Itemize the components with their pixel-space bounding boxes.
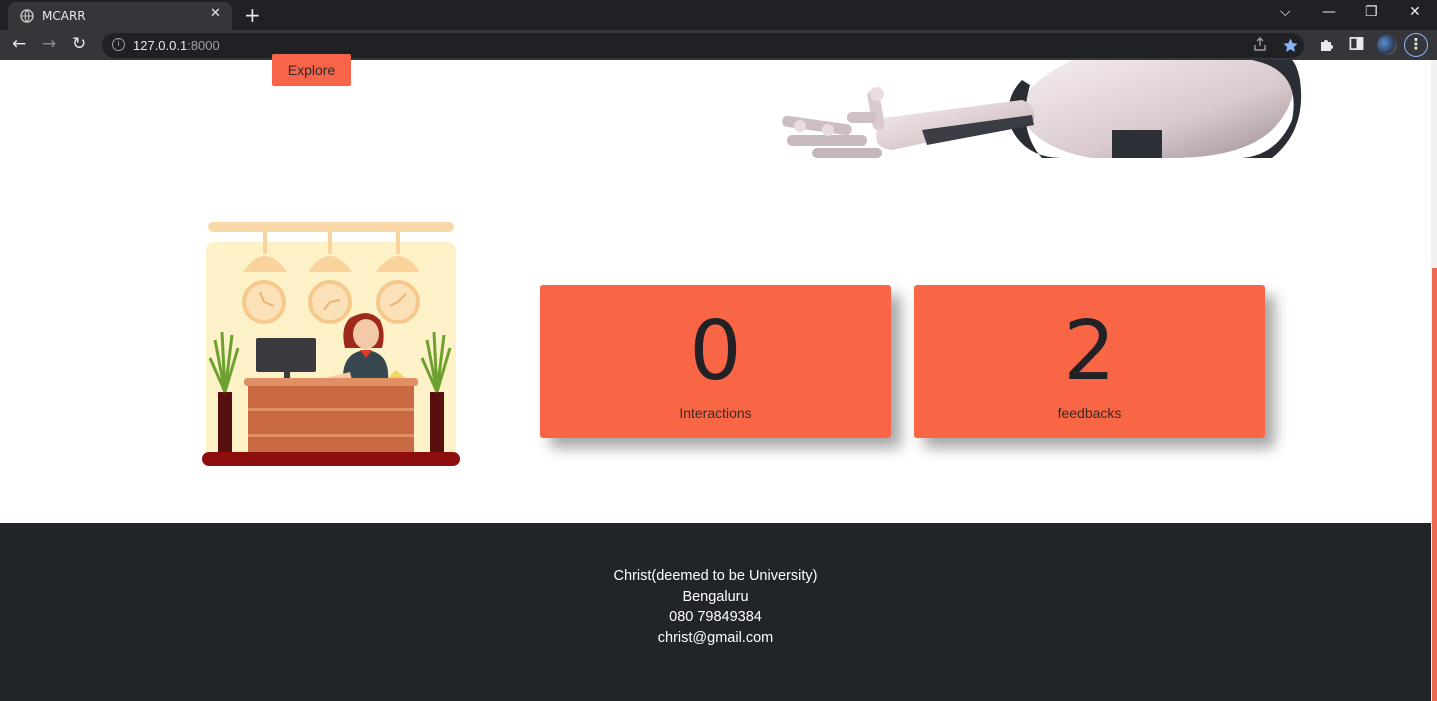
url-port: :8000 [187, 38, 220, 53]
url-host: 127.0.0.1 [133, 38, 188, 53]
footer-email: christ@gmail.com [657, 630, 774, 647]
footer: Christ(deemed to be University) Bengalur… [0, 523, 1431, 701]
footer-city: Bengaluru [682, 588, 749, 605]
footer-contact: Christ(deemed to be University) Bengalur… [0, 566, 1431, 649]
profile-avatar[interactable] [1377, 35, 1397, 55]
back-button[interactable]: ← [12, 34, 26, 54]
explore-button[interactable]: Explore [272, 54, 351, 86]
interactions-stat-card: 0 Interactions [540, 285, 891, 438]
feedbacks-count: 2 [1063, 304, 1116, 399]
browser-toolbar: ← → ↻ i 127.0.0.1:8000 ⋮ [0, 30, 1437, 60]
reload-button[interactable]: ↻ [72, 34, 86, 54]
tab-close-icon[interactable]: ✕ [210, 6, 221, 21]
close-window-button[interactable]: ✕ [1409, 4, 1421, 20]
minimize-button[interactable]: — [1322, 4, 1336, 20]
browser-tab-bar: MCARR ✕ + ⌵ — ❐ ✕ [0, 0, 1437, 30]
interactions-count: 0 [689, 304, 742, 399]
new-tab-button[interactable]: + [244, 3, 261, 27]
interactions-label: Interactions [679, 405, 752, 421]
menu-icon[interactable]: ⋮ [1404, 33, 1428, 57]
scrollbar-thumb[interactable] [1432, 268, 1437, 701]
share-icon[interactable] [1252, 36, 1268, 52]
reception-illustration [202, 222, 460, 466]
star-icon[interactable] [1282, 37, 1299, 54]
extensions-icon[interactable] [1319, 36, 1335, 52]
restore-button[interactable]: ❐ [1365, 4, 1378, 20]
side-panel-icon[interactable] [1349, 36, 1364, 51]
footer-institution: Christ(deemed to be University) [613, 568, 818, 584]
url-text: 127.0.0.1:8000 [133, 38, 220, 53]
robot-hand-image [782, 60, 1302, 158]
page-content: Explore 0 Interactions 2 feedbacks Chris… [0, 54, 1437, 701]
site-info-icon[interactable]: i [112, 38, 125, 51]
tab-title: MCARR [42, 9, 86, 23]
browser-tab[interactable]: MCARR ✕ [8, 2, 232, 30]
forward-button[interactable]: → [42, 34, 56, 54]
feedbacks-stat-card: 2 feedbacks [914, 285, 1265, 438]
tab-search-icon[interactable]: ⌵ [1280, 4, 1291, 20]
footer-phone: 080 79849384 [669, 609, 762, 626]
globe-icon [20, 9, 34, 23]
feedbacks-label: feedbacks [1057, 405, 1122, 421]
